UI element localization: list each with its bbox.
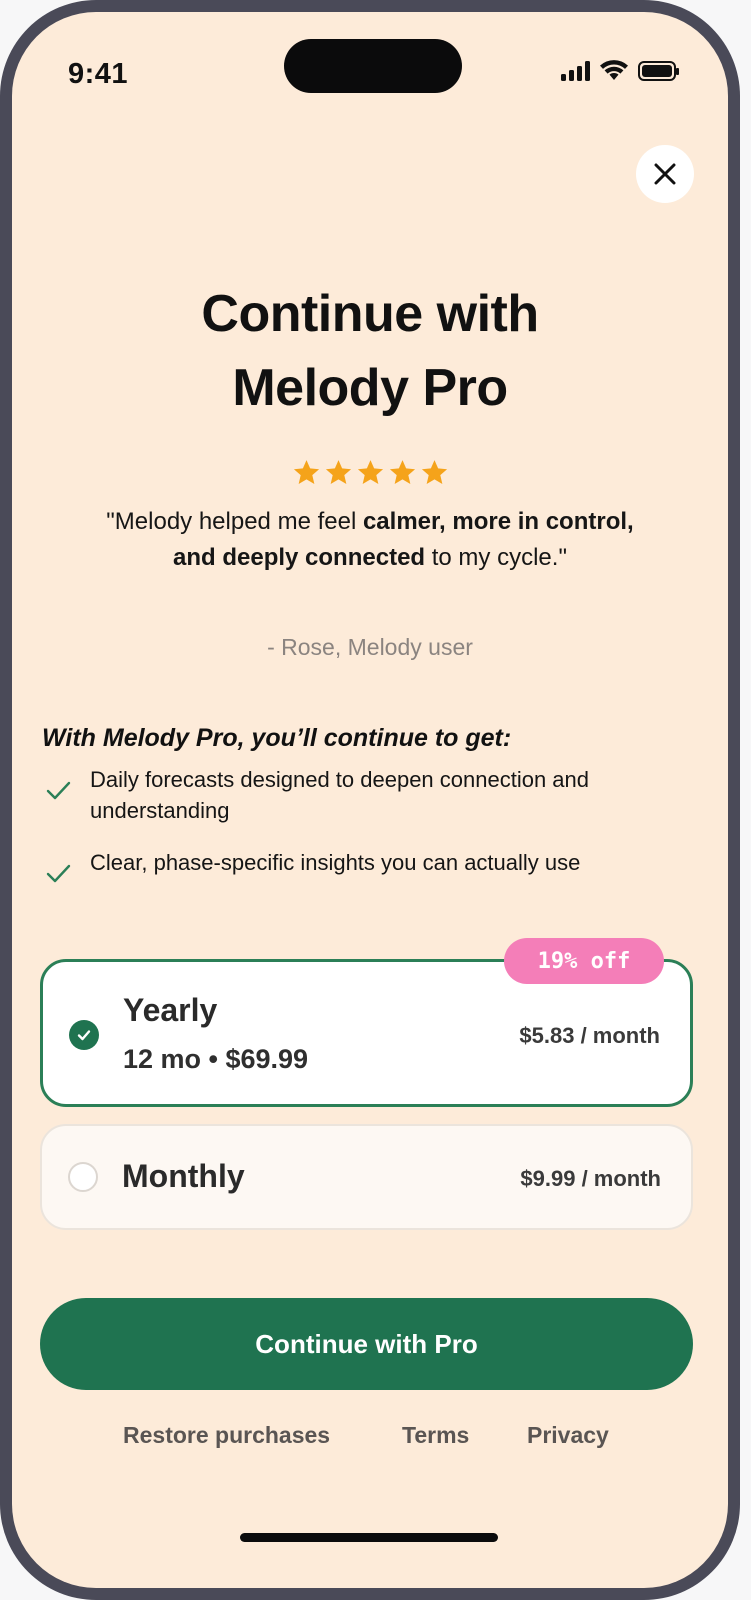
close-icon: [654, 163, 676, 185]
testimonial-attribution: - Rose, Melody user: [267, 634, 473, 660]
quote-text-start: "Melody helped me feel: [106, 508, 363, 535]
testimonial-quote: "Melody helped me feel calmer, more in c…: [82, 504, 658, 576]
device-frame: 9:41 Continue with Melody Pro "Melody he…: [0, 0, 740, 1600]
checkmark-icon: [46, 864, 71, 883]
restore-purchases-link[interactable]: Restore purchases: [123, 1422, 330, 1449]
star-icon: [389, 460, 415, 484]
continue-with-pro-button[interactable]: Continue with Pro: [40, 1298, 693, 1390]
plan-option-monthly[interactable]: Monthly $9.99 / month: [40, 1124, 693, 1230]
quote-text-end: to my cycle.": [425, 544, 567, 571]
benefit-text: Daily forecasts designed to deepen conne…: [90, 767, 590, 823]
terms-link[interactable]: Terms: [402, 1422, 469, 1449]
privacy-link[interactable]: Privacy: [527, 1422, 609, 1449]
cellular-signal-icon: [561, 61, 590, 81]
title-line-1: Continue with: [201, 285, 539, 343]
plan-name: Yearly: [123, 992, 218, 1028]
star-icon: [293, 460, 319, 484]
battery-icon: [638, 61, 679, 81]
title-line-2: Melody Pro: [232, 359, 508, 417]
plan-price: $5.83 / month: [519, 1023, 660, 1048]
plan-price: $9.99 / month: [520, 1166, 661, 1191]
dynamic-island: [284, 39, 462, 93]
home-indicator: [240, 1533, 498, 1542]
benefit-item: Clear, phase-specific insights you can a…: [44, 847, 690, 887]
benefit-item: Daily forecasts designed to deepen conne…: [44, 764, 690, 826]
close-button[interactable]: [636, 145, 694, 203]
star-icon: [325, 460, 351, 484]
radio-unselected-icon: [68, 1162, 98, 1192]
radio-selected-icon: [69, 1020, 99, 1050]
status-time: 9:41: [68, 58, 129, 90]
page-title: Continue with Melody Pro: [12, 277, 728, 425]
wifi-icon: [600, 60, 628, 80]
discount-badge: 19% off: [504, 938, 664, 984]
star-icon: [421, 460, 447, 484]
status-icons: [561, 60, 679, 81]
plan-billing: 12 mo • $69.99: [123, 1044, 309, 1074]
star-rating: [12, 458, 728, 487]
plan-name: Monthly: [122, 1158, 245, 1194]
benefit-text: Clear, phase-specific insights you can a…: [90, 850, 581, 875]
checkmark-icon: [46, 781, 71, 800]
benefits-heading: With Melody Pro, you’ll continue to get:: [42, 724, 512, 752]
star-icon: [357, 460, 383, 484]
app-screen: 9:41 Continue with Melody Pro "Melody he…: [12, 12, 728, 1588]
